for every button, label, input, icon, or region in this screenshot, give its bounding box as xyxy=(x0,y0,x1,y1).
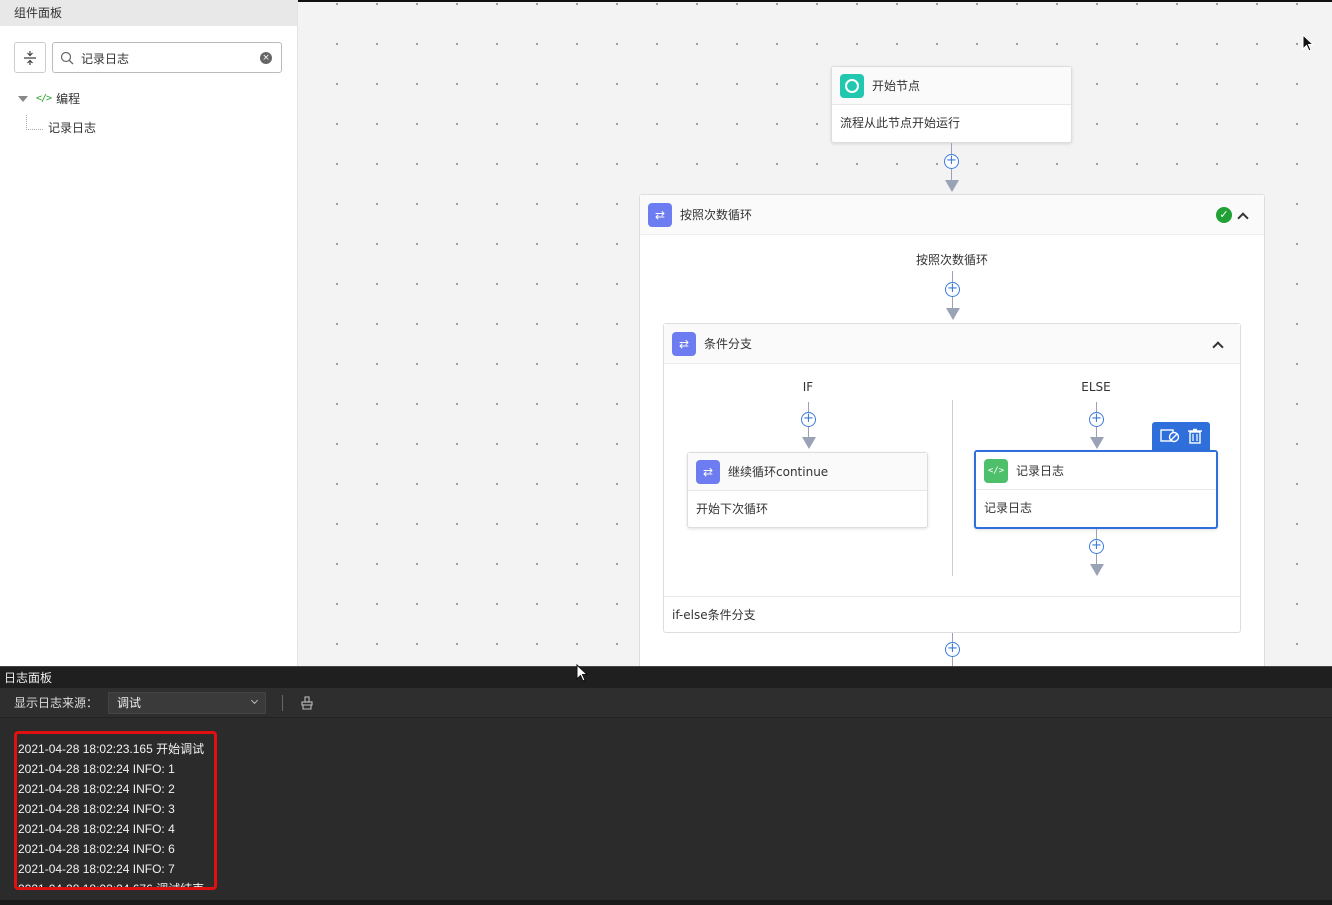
flow-canvas[interactable]: 开始节点 流程从此节点开始运行 + ⇄ 按照次数循环 ✓ 按照次数循环 + ⇄ … xyxy=(298,0,1332,666)
collapse-all-button[interactable] xyxy=(14,42,46,73)
check-icon: ✓ xyxy=(1216,207,1232,223)
continue-node-desc: 开始下次循环 xyxy=(696,502,769,516)
tree-item-log[interactable]: 记录日志 xyxy=(26,115,96,137)
branch-footer: if-else条件分支 xyxy=(664,596,1240,632)
arrow-down-icon xyxy=(945,180,959,192)
cursor-icon xyxy=(576,664,588,682)
tree-category-programming[interactable]: </> 编程 xyxy=(18,90,80,107)
arrow-down-icon xyxy=(946,308,960,320)
log-line: 2021-04-28 18:02:24 INFO: 3 xyxy=(18,802,175,816)
add-node-button[interactable]: + xyxy=(945,282,960,297)
trash-icon[interactable] xyxy=(1187,428,1203,444)
log-panel: 日志面板 显示日志来源： 调试 2021-04-28 18:02:23.165 … xyxy=(0,664,1332,905)
log-node-desc: 记录日志 xyxy=(984,501,1033,515)
collapse-icon xyxy=(24,50,36,65)
arrow-down-icon xyxy=(1090,437,1104,449)
loop-container[interactable]: ⇄ 按照次数循环 ✓ 按照次数循环 + ⇄ 条件分支 IF ELSE + + ⇄… xyxy=(639,194,1265,666)
clear-log-button[interactable] xyxy=(297,693,317,713)
start-node-desc: 流程从此节点开始运行 xyxy=(840,116,961,130)
log-output[interactable]: 2021-04-28 18:02:23.165 开始调试 2021-04-28 … xyxy=(14,731,217,890)
clear-icon[interactable]: × xyxy=(260,52,272,64)
component-panel: 组件面板 × </> 编程 记录日志 xyxy=(0,0,298,666)
log-source-value: 调试 xyxy=(117,695,142,710)
start-node-title: 开始节点 xyxy=(872,79,921,93)
arrow-down-icon xyxy=(1090,564,1104,576)
branch-divider xyxy=(952,400,953,576)
add-node-button[interactable]: + xyxy=(945,642,960,657)
start-node[interactable]: 开始节点 流程从此节点开始运行 xyxy=(831,66,1072,143)
log-line: 2021-04-28 18:02:24.676 调试结束 xyxy=(18,882,205,890)
arrow-down-icon xyxy=(802,437,816,449)
log-line: 2021-04-28 18:02:24 INFO: 1 xyxy=(18,762,175,776)
add-node-button[interactable]: + xyxy=(1089,539,1104,554)
circle-icon xyxy=(840,73,864,98)
add-node-button[interactable]: + xyxy=(944,154,959,169)
if-label: IF xyxy=(802,380,814,394)
loop-title: 按照次数循环 xyxy=(680,208,753,222)
log-toolbar: 显示日志来源： 调试 xyxy=(0,688,1332,718)
chevron-down-icon xyxy=(250,696,259,704)
loop-sub-label: 按照次数循环 xyxy=(915,253,988,267)
branch-title: 条件分支 xyxy=(704,337,753,351)
log-line: 2021-04-28 18:02:24 INFO: 2 xyxy=(18,782,175,796)
continue-node[interactable]: ⇄ 继续循环continue 开始下次循环 xyxy=(687,452,928,528)
component-panel-title: 组件面板 xyxy=(0,0,297,26)
continue-node-title: 继续循环continue xyxy=(728,465,829,479)
add-node-button[interactable]: + xyxy=(1089,412,1104,427)
toolbar-divider xyxy=(282,694,284,711)
search-icon xyxy=(60,51,74,65)
else-label: ELSE xyxy=(1081,380,1111,394)
bottom-status-strip xyxy=(0,900,1332,905)
branch-container[interactable]: ⇄ 条件分支 IF ELSE + + ⇄ 继续循环continue 开始下次循环… xyxy=(663,323,1241,633)
cursor-icon xyxy=(1302,34,1314,52)
loop-icon: ⇄ xyxy=(648,202,672,227)
search-box: × xyxy=(52,42,282,73)
tree-category-label: 编程 xyxy=(56,92,81,106)
branch-icon: ⇄ xyxy=(672,331,696,356)
log-node-title: 记录日志 xyxy=(1016,464,1065,478)
code-icon: </> xyxy=(36,93,52,104)
node-toolbar xyxy=(1152,422,1210,450)
log-node[interactable]: </> 记录日志 记录日志 xyxy=(974,450,1218,529)
log-line: 2021-04-28 18:02:24 INFO: 6 xyxy=(18,842,175,856)
clear-log-icon xyxy=(301,695,313,710)
disable-icon[interactable] xyxy=(1159,428,1180,444)
log-line: 2021-04-28 18:02:24 INFO: 4 xyxy=(18,822,175,836)
expand-arrow-icon[interactable] xyxy=(18,95,28,102)
code-icon: </> xyxy=(984,458,1008,483)
log-panel-title: 日志面板 xyxy=(0,666,1332,688)
add-node-button[interactable]: + xyxy=(801,412,816,427)
search-input[interactable] xyxy=(81,48,251,68)
log-source-select[interactable]: 调试 xyxy=(108,691,267,714)
log-source-label: 显示日志来源： xyxy=(14,696,99,710)
log-line: 2021-04-28 18:02:24 INFO: 7 xyxy=(18,862,175,876)
loop-icon: ⇄ xyxy=(696,459,720,484)
log-line: 2021-04-28 18:02:23.165 开始调试 xyxy=(18,742,205,756)
